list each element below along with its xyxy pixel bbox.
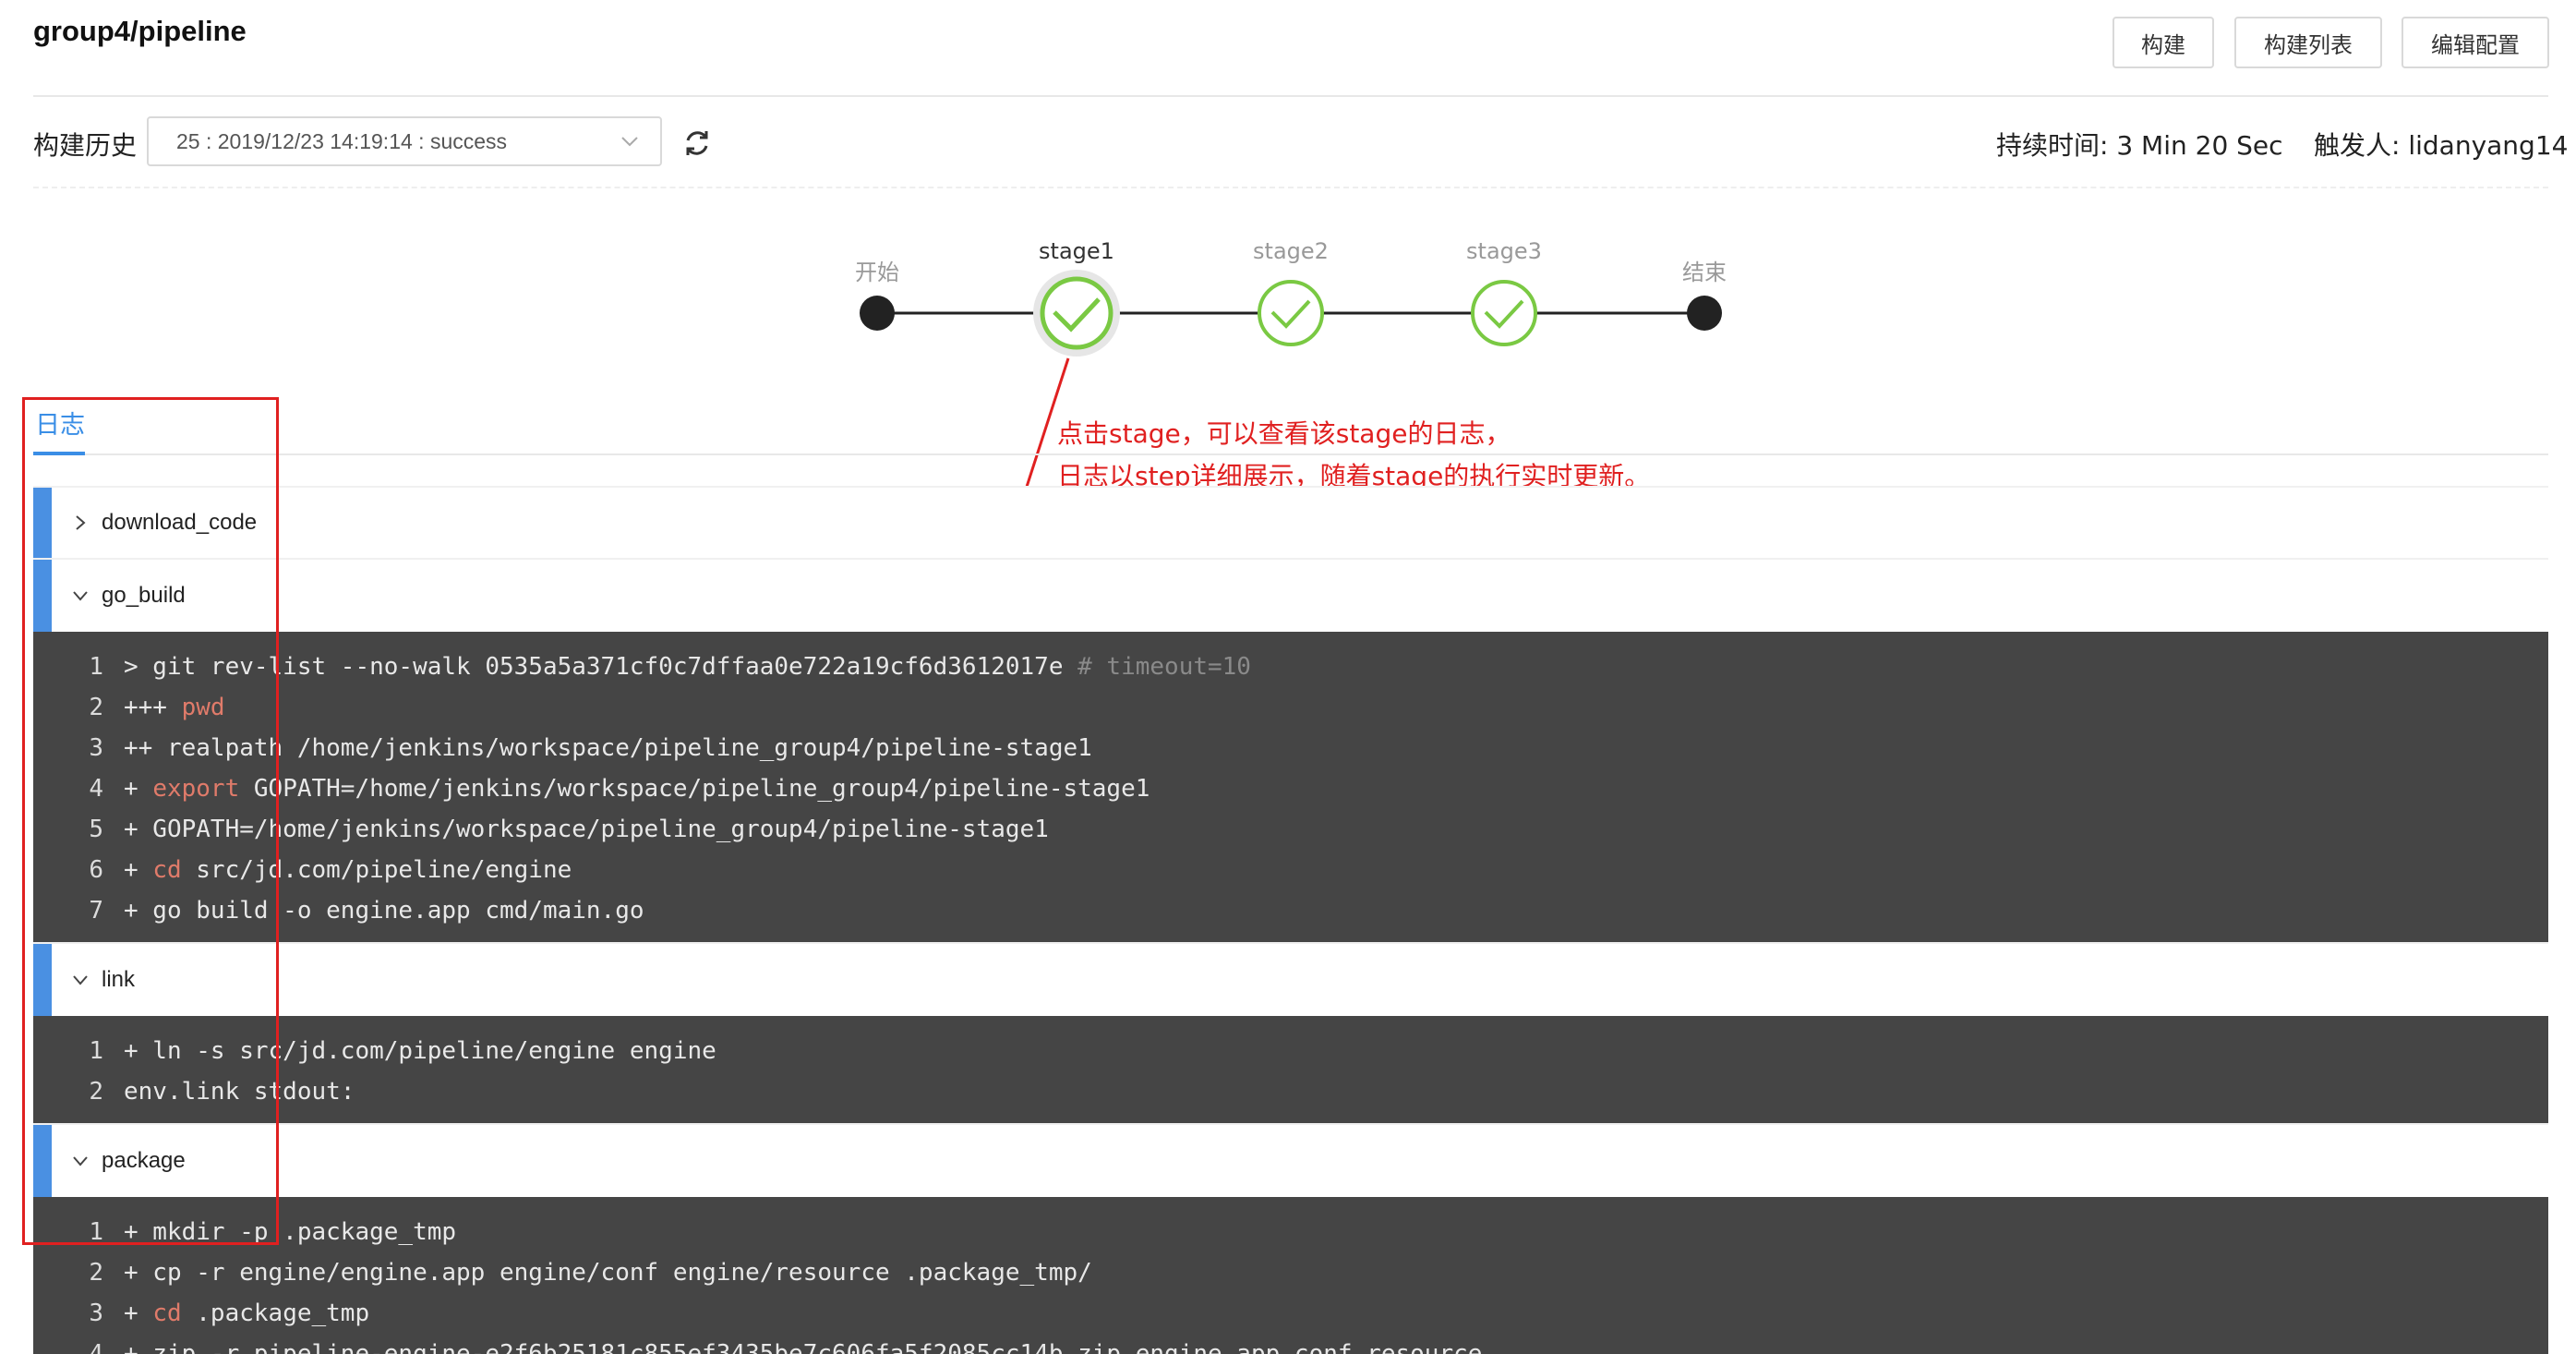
history-divider	[33, 187, 2548, 188]
build-history-label: 构建历史	[33, 130, 138, 161]
pipeline-graph: 开始 stage1 stage2 stage3 结束	[0, 231, 2576, 369]
start-node	[860, 296, 895, 331]
tab-divider	[33, 453, 2548, 455]
edit-config-button[interactable]: 编辑配置	[2401, 17, 2549, 68]
header-divider	[33, 95, 2548, 97]
end-node	[1687, 296, 1722, 331]
log-step-go-build[interactable]: go_build	[33, 558, 2548, 632]
chevron-down-icon	[621, 137, 638, 147]
log-step-link[interactable]: link	[33, 942, 2548, 1016]
log-line: 2 + cp -r engine/engine.app engine/conf e…	[89, 1259, 1092, 1287]
stage1-node[interactable]	[1033, 270, 1120, 357]
build-history-value: 25 : 2019/12/23 14:19:14 : success	[176, 128, 508, 153]
build-list-button[interactable]: 构建列表	[2234, 17, 2382, 68]
log-console-package: 1 + mkdir -p .package_tmp 2 + cp -r engine…	[33, 1197, 2548, 1354]
trigger-user-text: 触发人: lidanyang14	[2314, 130, 2569, 161]
node-label-stage1[interactable]: stage1	[1039, 238, 1114, 264]
annotation-line-1: 点击stage，可以查看该stage的日志，	[1057, 418, 1511, 449]
log-console-link: 1 + ln -s src/jd.com/pipeline/engine engi…	[33, 1016, 2548, 1123]
log-line: 3 + cd .package_tmp	[89, 1300, 370, 1327]
log-line: 4 + zip -r pipeline-engine-e2f6b25181c855…	[89, 1340, 1483, 1354]
node-label-stage2[interactable]: stage2	[1253, 238, 1329, 264]
refresh-icon[interactable]	[681, 127, 713, 159]
build-button[interactable]: 构建	[2113, 17, 2214, 68]
log-step-download-code[interactable]: download_code	[33, 486, 2548, 558]
node-label-stage3[interactable]: stage3	[1466, 238, 1542, 264]
page-title: group4/pipeline	[33, 15, 247, 47]
build-history-select[interactable]: 25 : 2019/12/23 14:19:14 : success	[147, 116, 662, 166]
duration-text: 持续时间: 3 Min 20 Sec	[1996, 130, 2283, 161]
annotation-highlight-box	[22, 397, 279, 1245]
node-label-start: 开始	[855, 260, 899, 285]
log-step-package[interactable]: package	[33, 1123, 2548, 1197]
stage2-node[interactable]	[1258, 280, 1324, 346]
log-console-go-build: 1 > git rev-list --no-walk 0535a5a371cf0c…	[33, 632, 2548, 942]
node-label-end: 结束	[1682, 260, 1727, 285]
stage3-node[interactable]	[1471, 280, 1537, 346]
